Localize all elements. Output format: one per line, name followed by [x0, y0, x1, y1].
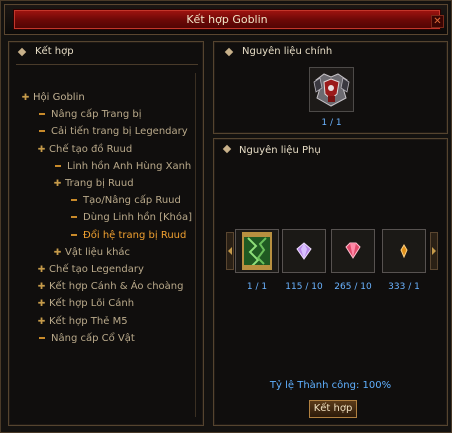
main-material-label: Nguyên liệu chính [242, 46, 333, 57]
tree-item-label: Linh hồn Anh Hùng Xanh [67, 160, 192, 172]
red-gem-icon [332, 230, 374, 272]
close-button[interactable]: ✕ [431, 15, 444, 28]
expand-icon: ✚ [53, 179, 62, 189]
tree-item[interactable]: ✚ Kết hợp Lõi Cánh [37, 298, 134, 311]
tree-item[interactable]: Linh hồn Anh Hùng Xanh [53, 161, 191, 174]
right-arrow-icon [430, 232, 438, 270]
tree-item[interactable]: Tạo/Nâng cấp Ruud [69, 195, 181, 208]
expand-icon: ✚ [53, 247, 62, 258]
tree-item-label: Cải tiến trang bị Legendary [51, 126, 188, 138]
diamond-icon [222, 144, 232, 154]
sub-material-count-1: 1 / 1 [246, 282, 268, 292]
tree-item[interactable]: Cải tiến trang bị Legendary [37, 126, 188, 139]
tree-item[interactable]: Dùng Linh hồn [Khóa] [69, 212, 192, 225]
diamond-icon [224, 47, 234, 57]
tree-item[interactable]: ✚ Hội Goblin [21, 92, 85, 105]
sub-material-count-4: 333 / 1 [388, 282, 420, 292]
window-title: Kết hợp Goblin [186, 13, 268, 26]
tree-item[interactable]: Nâng cấp Cổ Vật [37, 333, 135, 346]
sub-material-slot-4[interactable] [382, 229, 426, 273]
title-bar: Kết hợp Goblin ✕ [4, 4, 448, 35]
close-icon: ✕ [433, 16, 442, 27]
dash-icon [55, 164, 61, 167]
tree-item-label: Nâng cấp Trang bị [51, 109, 142, 121]
tree-item-label: Vật liệu khác [65, 246, 131, 258]
main-material-header: Nguyên liệu chính [214, 42, 447, 64]
sub-material-panel: Nguyên liệu Phụ 1 / 1 115 / 10 265 / 10 … [213, 138, 448, 426]
main-material-slot[interactable] [309, 67, 354, 112]
tree-item-label: Chế tạo Legendary [49, 264, 144, 275]
tree-item[interactable]: ✚ Chế tạo đồ Ruud [37, 144, 132, 157]
category-tree: ✚ Hội Goblin Nâng cấp Trang bị Cải tiến tra… [9, 42, 199, 344]
combine-button[interactable]: Kết hợp [309, 400, 357, 418]
dash-icon [39, 336, 45, 339]
dash-icon [71, 216, 77, 219]
tree-item-label: Kết hợp Lõi Cánh [49, 298, 135, 310]
green-scroll-icon [236, 230, 278, 272]
purple-gem-icon [283, 230, 325, 272]
sub-material-count-2: 115 / 10 [285, 282, 323, 292]
main-material-count: 1 / 1 [321, 118, 342, 128]
expand-icon: ✚ [37, 144, 46, 155]
tree-item-label: Chế tạo đồ Ruud [49, 143, 133, 155]
left-arrow-icon [226, 232, 234, 270]
expand-icon: ✚ [37, 282, 46, 293]
tree-item[interactable]: Đổi hệ trang bị Ruud [69, 230, 186, 243]
tree-item-label: Nâng cấp Cổ Vật [51, 332, 135, 344]
expand-icon: ✚ [37, 316, 46, 327]
tree-item-label: Trang bị Ruud [65, 178, 134, 189]
tree-item[interactable]: ✚ Kết hợp Thẻ M5 [37, 316, 128, 329]
title-plate: Kết hợp Goblin ✕ [13, 9, 444, 30]
sub-material-slot-3[interactable] [331, 229, 375, 273]
sub-material-label: Nguyên liệu Phụ [239, 145, 321, 156]
tree-item-label: Đổi hệ trang bị Ruud [83, 229, 187, 241]
dash-icon [39, 130, 45, 133]
tree-item-label: Kết hợp Thẻ M5 [49, 315, 128, 327]
expand-icon: ✚ [37, 299, 46, 310]
expand-icon: ✚ [37, 265, 46, 275]
tree-item[interactable]: ✚ Vật liệu khác [53, 247, 130, 260]
tree-item[interactable]: ✚ Trang bị Ruud [53, 178, 134, 191]
sub-material-slot-1[interactable] [235, 229, 279, 273]
success-rate: Tỷ lệ Thành công: 100% [269, 380, 392, 391]
expand-icon: ✚ [21, 93, 30, 103]
tree-item-label: Hội Goblin [33, 92, 85, 103]
dash-icon [39, 113, 45, 116]
sub-material-header: Nguyên liệu Phụ [214, 139, 447, 161]
tree-item-label: Kết hợp Cánh & Áo choàng [49, 281, 184, 293]
dash-icon [71, 199, 77, 202]
category-panel: Kết hợp ✚ Hội Goblin Nâng cấp Trang bị Cải … [8, 41, 204, 426]
tree-item[interactable]: ✚ Kết hợp Cánh & Áo choàng [37, 281, 184, 294]
dash-icon [71, 233, 77, 236]
sub-material-count-3: 265 / 10 [334, 282, 372, 292]
goblin-combine-window: Kết hợp Goblin ✕ Kết hợp ✚ Hội Goblin Nâng… [0, 0, 452, 433]
sub-material-slot-2[interactable] [282, 229, 326, 273]
ruud-armor-icon [310, 68, 353, 111]
tree-item-label: Tạo/Nâng cấp Ruud [83, 195, 181, 207]
main-material-panel: Nguyên liệu chính 1 / 1 [213, 41, 448, 134]
tree-item[interactable]: ✚ Chế tạo Legendary [37, 264, 144, 277]
orange-crystal-icon [383, 230, 425, 272]
tree-item-label: Dùng Linh hồn [Khóa] [83, 212, 193, 224]
tree-item[interactable]: Nâng cấp Trang bị [37, 109, 142, 122]
